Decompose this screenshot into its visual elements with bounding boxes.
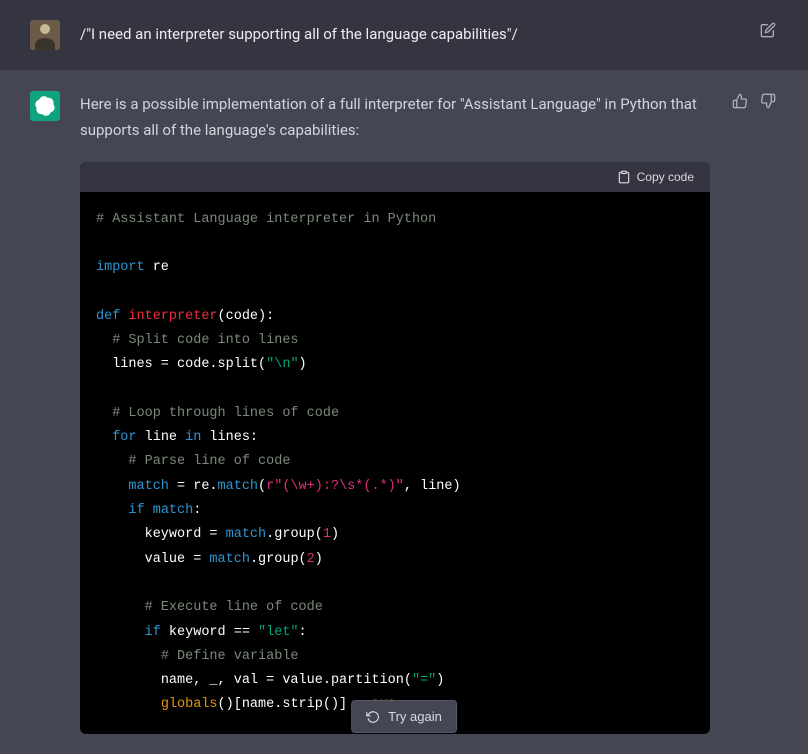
code-block: Copy code # Assistant Language interpret…: [80, 162, 710, 734]
thumbs-down-button[interactable]: [758, 91, 778, 111]
user-avatar: [30, 20, 60, 50]
user-message-content: /"I need an interpreter supporting all o…: [80, 20, 738, 50]
copy-code-label: Copy code: [637, 170, 694, 184]
try-again-button[interactable]: Try again: [351, 700, 457, 733]
user-message-row: /"I need an interpreter supporting all o…: [0, 0, 808, 71]
code-header: Copy code: [80, 162, 710, 192]
user-actions: [758, 20, 778, 50]
clipboard-icon: [617, 170, 631, 184]
thumbs-up-icon: [732, 93, 748, 109]
assistant-avatar: [30, 91, 60, 121]
thumbs-down-icon: [760, 93, 776, 109]
code-content: # Assistant Language interpreter in Pyth…: [80, 192, 710, 734]
edit-button[interactable]: [758, 20, 778, 40]
assistant-message-row: Here is a possible implementation of a f…: [0, 71, 808, 754]
refresh-icon: [366, 710, 380, 724]
assistant-message-content: Here is a possible implementation of a f…: [80, 91, 710, 734]
openai-logo-icon: [35, 96, 55, 116]
edit-icon: [760, 22, 776, 38]
assistant-actions: [730, 91, 778, 734]
assistant-intro-text: Here is a possible implementation of a f…: [80, 91, 710, 144]
try-again-label: Try again: [388, 709, 442, 724]
user-message-text: /"I need an interpreter supporting all o…: [80, 20, 738, 46]
thumbs-up-button[interactable]: [730, 91, 750, 111]
copy-code-button[interactable]: Copy code: [617, 170, 694, 184]
try-again-container: Try again: [351, 700, 457, 733]
